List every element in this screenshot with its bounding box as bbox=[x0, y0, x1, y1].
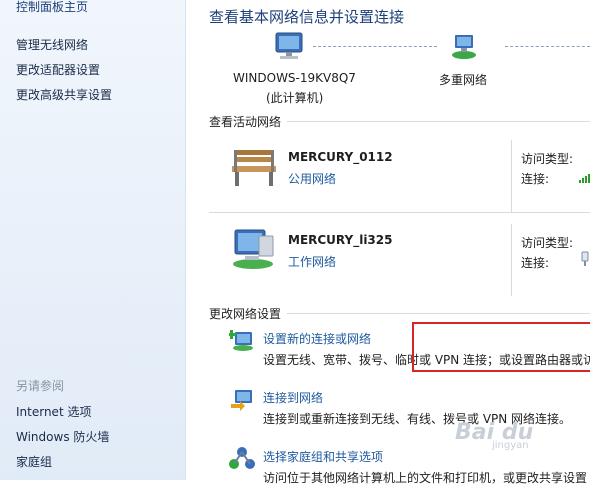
see-also-title: 另请参阅 bbox=[16, 379, 65, 393]
row-divider bbox=[209, 212, 590, 213]
access-type-label-1: 访问类型: bbox=[521, 236, 574, 250]
change-settings-title: 更改网络设置 bbox=[209, 307, 282, 321]
column-divider-2 bbox=[511, 224, 512, 296]
network-type-link-1[interactable]: 工作网络 bbox=[288, 253, 336, 270]
section-divider-2 bbox=[287, 313, 590, 314]
sidebar: 控制面板主页 管理无线网络 更改适配器设置 更改高级共享设置 另请参阅 Inte… bbox=[0, 0, 186, 480]
homegroup-sharing-desc: 访问位于其他网络计算机上的文件和打印机，或更改共享设置 bbox=[263, 471, 588, 485]
new-connection-icon bbox=[229, 330, 253, 351]
column-divider bbox=[511, 140, 512, 212]
multiple-networks-icon bbox=[452, 35, 476, 59]
computer-sub: (此计算机) bbox=[266, 91, 324, 105]
change-adapter-link[interactable]: 更改适配器设置 bbox=[16, 61, 100, 78]
computer-name: WINDOWS-19KV8Q7 bbox=[233, 71, 356, 85]
section-divider bbox=[287, 121, 590, 122]
connect-network-link[interactable]: 连接到网络 bbox=[263, 389, 323, 406]
access-type-label-0: 访问类型: bbox=[521, 152, 574, 166]
watermark-sub: jingyan bbox=[492, 440, 529, 451]
map-connector bbox=[313, 46, 437, 47]
network-type-link-0[interactable]: 公用网络 bbox=[288, 170, 336, 187]
active-networks-title: 查看活动网络 bbox=[209, 115, 282, 129]
manage-wireless-link[interactable]: 管理无线网络 bbox=[16, 36, 88, 53]
internet-options-link[interactable]: Internet 选项 bbox=[16, 403, 91, 420]
ethernet-icon bbox=[581, 251, 589, 266]
main-panel: 查看基本网络信息并设置连接 WINDOWS-19KV8Q7 (此计算机) 多重网… bbox=[187, 0, 590, 485]
computer-icon bbox=[275, 32, 303, 59]
network-name-1: MERCURY_li325 bbox=[288, 233, 393, 247]
map-connector-2 bbox=[505, 46, 590, 47]
bench-icon bbox=[232, 150, 276, 186]
homegroup-link[interactable]: 家庭组 bbox=[16, 453, 52, 470]
page-title: 查看基本网络信息并设置连接 bbox=[209, 8, 405, 26]
network-name-0: MERCURY_0112 bbox=[288, 150, 393, 164]
setup-connection-link[interactable]: 设置新的连接或网络 bbox=[263, 330, 371, 347]
control-panel-home-link[interactable]: 控制面板主页 bbox=[16, 0, 88, 15]
connection-label-1: 连接: bbox=[521, 256, 550, 270]
highlight-box bbox=[412, 322, 590, 372]
advanced-sharing-link[interactable]: 更改高级共享设置 bbox=[16, 86, 112, 103]
windows-firewall-link[interactable]: Windows 防火墙 bbox=[16, 428, 109, 445]
connection-label-0: 连接: bbox=[521, 172, 550, 186]
homegroup-icon bbox=[229, 447, 255, 469]
work-network-icon bbox=[233, 229, 274, 269]
network-label: 多重网络 bbox=[439, 73, 488, 87]
homegroup-sharing-link[interactable]: 选择家庭组和共享选项 bbox=[263, 448, 383, 465]
connect-network-icon bbox=[231, 390, 252, 411]
signal-bars-icon bbox=[579, 174, 590, 183]
